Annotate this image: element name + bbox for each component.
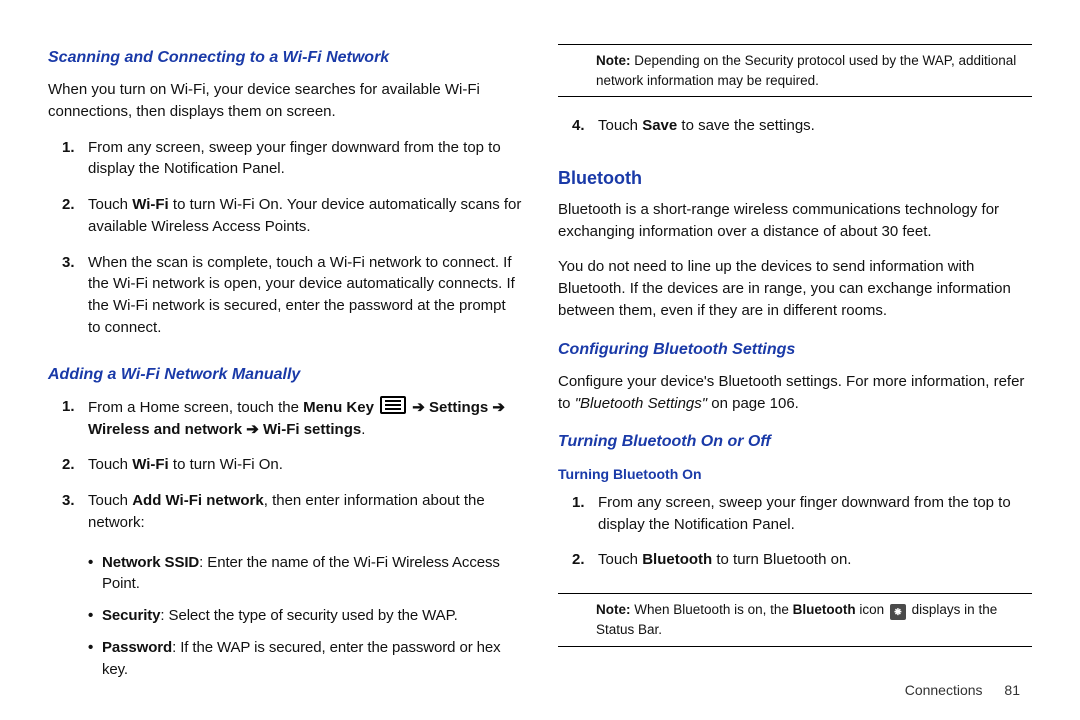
heading-scanning: Scanning and Connecting to a Wi-Fi Netwo…: [48, 46, 522, 69]
list-item: From any screen, sweep your finger downw…: [48, 137, 522, 181]
step-text: Touch Save to save the settings.: [598, 117, 815, 134]
step-text: When the scan is complete, touch a Wi-Fi…: [88, 254, 515, 336]
step-text: From any screen, sweep your finger downw…: [88, 139, 501, 178]
step-text: From a Home screen, touch the Menu Key ➔…: [88, 399, 505, 438]
left-column: Scanning and Connecting to a Wi-Fi Netwo…: [48, 40, 522, 700]
note-wap-security: Note: Depending on the Security protocol…: [558, 44, 1032, 97]
list-item: Touch Bluetooth to turn Bluetooth on.: [558, 549, 1032, 571]
heading-turning-bt-on: Turning Bluetooth On: [558, 464, 1032, 484]
note-bt-icon: Note: When Bluetooth is on, the Bluetoot…: [558, 593, 1032, 647]
list-item: Password: If the WAP is secured, enter t…: [48, 637, 522, 681]
bluetooth-icon: ⁕: [890, 604, 906, 620]
add-steps: From a Home screen, touch the Menu Key ➔…: [48, 396, 522, 548]
step-text: From any screen, sweep your finger downw…: [598, 494, 1011, 533]
network-field-bullets: Network SSID: Enter the name of the Wi-F…: [48, 552, 522, 691]
step-text: Touch Wi-Fi to turn Wi-Fi On.: [88, 456, 283, 473]
step-text: Touch Wi-Fi to turn Wi-Fi On. Your devic…: [88, 196, 521, 235]
list-item: Touch Wi-Fi to turn Wi-Fi On. Your devic…: [48, 194, 522, 238]
turn-bt-steps: From any screen, sweep your finger downw…: [558, 492, 1032, 585]
configuring-bt-text: Configure your device's Bluetooth settin…: [558, 371, 1032, 415]
list-item: From a Home screen, touch the Menu Key ➔…: [48, 396, 522, 441]
list-item: Touch Save to save the settings.: [558, 115, 1032, 137]
list-item: Touch Add Wi-Fi network, then enter info…: [48, 490, 522, 534]
heading-turning-bt: Turning Bluetooth On or Off: [558, 430, 1032, 453]
list-item: Network SSID: Enter the name of the Wi-F…: [48, 552, 522, 596]
step-text: Touch Add Wi-Fi network, then enter info…: [88, 492, 485, 531]
manual-page: Scanning and Connecting to a Wi-Fi Netwo…: [0, 0, 1080, 720]
list-item: Touch Wi-Fi to turn Wi-Fi On.: [48, 454, 522, 476]
heading-bluetooth: Bluetooth: [558, 165, 1032, 191]
page-footer: Connections 81: [905, 682, 1020, 698]
list-item: From any screen, sweep your finger downw…: [558, 492, 1032, 536]
bluetooth-intro-1: Bluetooth is a short-range wireless comm…: [558, 199, 1032, 243]
right-column: Note: Depending on the Security protocol…: [558, 40, 1032, 700]
save-step-list: Touch Save to save the settings.: [558, 115, 1032, 151]
step-text: Touch Bluetooth to turn Bluetooth on.: [598, 551, 851, 568]
bluetooth-intro-2: You do not need to line up the devices t…: [558, 256, 1032, 321]
scanning-steps: From any screen, sweep your finger downw…: [48, 137, 522, 353]
heading-add-manually: Adding a Wi-Fi Network Manually: [48, 363, 522, 386]
list-item: When the scan is complete, touch a Wi-Fi…: [48, 252, 522, 339]
menu-key-icon: [380, 396, 406, 414]
list-item: Security: Select the type of security us…: [48, 605, 522, 627]
footer-section: Connections: [905, 682, 983, 698]
footer-page-number: 81: [1004, 682, 1020, 698]
scanning-intro: When you turn on Wi-Fi, your device sear…: [48, 79, 522, 123]
heading-configuring-bt: Configuring Bluetooth Settings: [558, 338, 1032, 361]
